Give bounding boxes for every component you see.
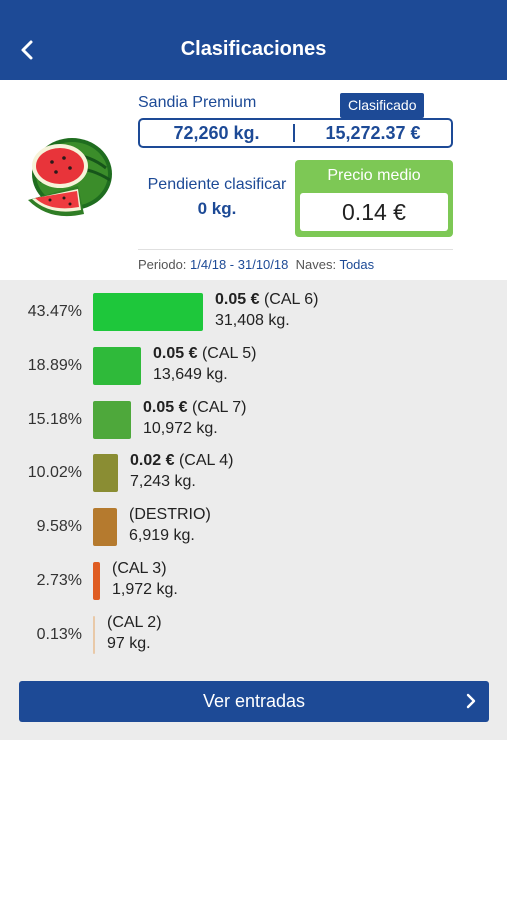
classification-kg: 10,972 kg. <box>143 419 218 437</box>
classification-row: 9.58% (DESTRIO) 6,919 kg. <box>0 500 507 554</box>
classification-title: 0.05 € (CAL 6) <box>215 289 318 310</box>
classification-row: 10.02% 0.02 € (CAL 4) 7,243 kg. <box>0 446 507 500</box>
classification-percent: 0.13% <box>36 625 82 643</box>
average-price-card: Precio medio 0.14 € <box>295 160 453 237</box>
classification-name: (CAL 7) <box>191 398 247 416</box>
classification-price: 0.05 € <box>215 291 260 308</box>
page-title: Clasificaciones <box>180 38 327 60</box>
totals-box: 72,260 kg. 15,272.37 € <box>138 118 453 148</box>
classification-bar <box>93 615 95 654</box>
total-kg: 72,260 kg. <box>173 122 260 143</box>
product-name: Sandia Premium <box>138 94 257 111</box>
classification-price: 0.02 € <box>130 452 175 470</box>
classification-info: (DESTRIO) 6,919 kg. <box>129 504 211 546</box>
classification-chart: 43.47% 0.05 € (CAL 6) 31,408 kg. 18.89% 0.05… <box>0 280 507 740</box>
classification-name: (CAL 3) <box>112 560 167 577</box>
classification-bar <box>93 454 118 493</box>
classification-title: 0.02 € (CAL 4) <box>130 450 233 471</box>
naves-value[interactable]: Todas <box>339 257 374 272</box>
classification-percent: 9.58% <box>36 518 82 536</box>
pending-label: Pendiente clasificar <box>147 176 287 193</box>
classification-name: (CAL 4) <box>178 452 234 470</box>
classification-kg: 13,649 kg. <box>153 365 228 383</box>
classification-kg: 6,919 kg. <box>129 527 195 545</box>
classification-percent: 43.47% <box>27 303 82 320</box>
classification-price: 0.05 € <box>143 398 188 416</box>
classification-info: 0.05 € (CAL 5) 13,649 kg. <box>153 343 256 385</box>
classification-row: 15.18% 0.05 € (CAL 7) 10,972 kg. <box>0 393 507 447</box>
classification-bar <box>93 400 131 439</box>
period-label: Periodo: <box>138 257 187 272</box>
classification-bar <box>93 293 203 331</box>
period-value[interactable]: 1/4/18 - 31/10/18 <box>190 257 288 272</box>
classification-percent: 18.89% <box>27 356 82 374</box>
divider <box>138 249 453 250</box>
period-filter-line: Periodo: 1/4/18 - 31/10/18 Naves: Todas <box>138 257 374 272</box>
classification-bar <box>93 562 100 600</box>
classification-bar <box>93 346 141 385</box>
classification-price: 0.05 € <box>153 344 198 362</box>
classification-info: 0.05 € (CAL 6) 31,408 kg. <box>215 289 318 331</box>
app-header: Clasificaciones <box>0 0 507 80</box>
classification-kg: 1,972 kg. <box>112 581 178 598</box>
classification-row: 18.89% 0.05 € (CAL 5) 13,649 kg. <box>0 339 507 393</box>
classification-percent: 2.73% <box>36 572 82 589</box>
classification-title: (CAL 3) <box>112 558 178 579</box>
classification-title: (CAL 2) <box>107 612 162 633</box>
classification-name: (CAL 5) <box>201 344 257 362</box>
classification-row: 0.13% (CAL 2) 97 kg. <box>0 608 507 662</box>
classification-name: (CAL 6) <box>263 291 319 308</box>
classification-title: (DESTRIO) <box>129 504 211 525</box>
classification-kg: 7,243 kg. <box>130 473 196 491</box>
view-entries-button[interactable]: Ver entradas <box>19 681 489 722</box>
average-price-value: 0.14 € <box>300 193 448 231</box>
classification-row: 43.47% 0.05 € (CAL 6) 31,408 kg. <box>0 285 507 339</box>
total-eur: 15,272.37 € <box>325 122 421 143</box>
classification-bar <box>93 508 117 547</box>
classification-row: 2.73% (CAL 3) 1,972 kg. <box>0 554 507 608</box>
naves-label: Naves: <box>295 257 337 272</box>
pending-value: 0 kg. <box>197 199 237 218</box>
classification-percent: 10.02% <box>27 464 82 482</box>
classification-percent: 15.18% <box>27 410 82 428</box>
chevron-right-icon <box>466 693 476 709</box>
status-badge: Clasificado <box>340 93 425 118</box>
classification-info: 0.02 € (CAL 4) 7,243 kg. <box>130 450 233 492</box>
average-price-label: Precio medio <box>327 167 421 184</box>
classification-kg: 31,408 kg. <box>215 312 290 329</box>
watermelon-image <box>28 138 112 217</box>
view-entries-label: Ver entradas <box>202 691 306 711</box>
classification-info: 0.05 € (CAL 7) 10,972 kg. <box>143 397 246 439</box>
classification-title: 0.05 € (CAL 7) <box>143 397 246 418</box>
product-summary: Sandia Premium Clasificado 72,260 kg. 15… <box>0 80 507 280</box>
classification-kg: 97 kg. <box>107 634 151 652</box>
classification-name: (CAL 2) <box>107 613 162 631</box>
classification-info: (CAL 3) 1,972 kg. <box>112 558 178 600</box>
classification-title: 0.05 € (CAL 5) <box>153 343 256 364</box>
classification-info: (CAL 2) 97 kg. <box>107 612 162 654</box>
classification-name: (DESTRIO) <box>129 506 211 524</box>
